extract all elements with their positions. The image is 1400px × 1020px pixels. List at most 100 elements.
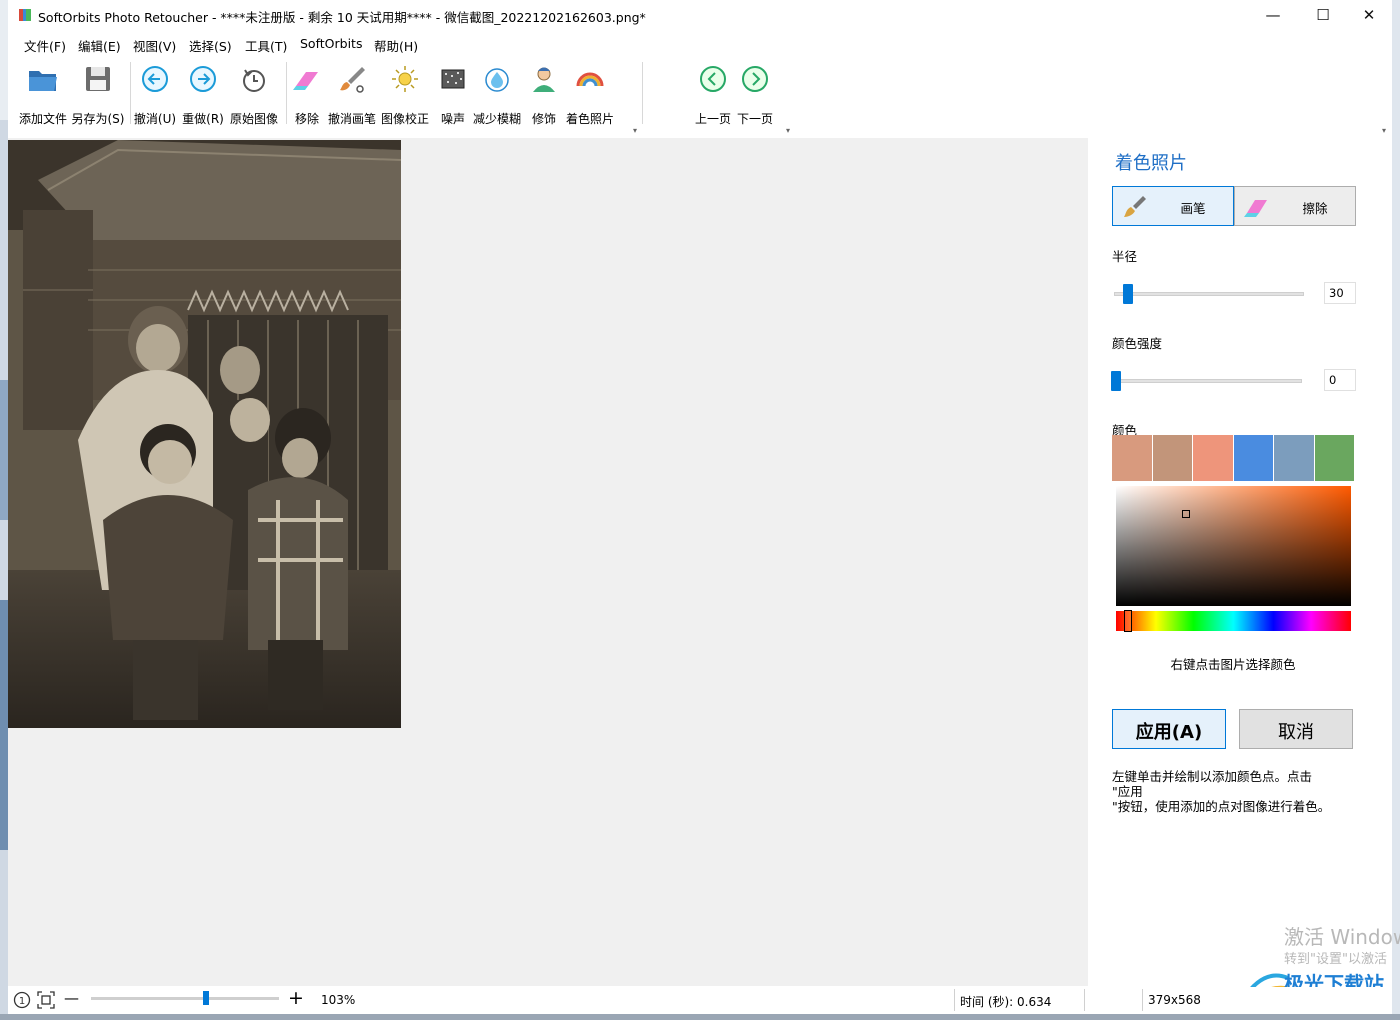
color-swatch[interactable] bbox=[1314, 435, 1354, 481]
radius-slider-thumb[interactable] bbox=[1123, 284, 1133, 304]
color-swatch[interactable] bbox=[1112, 435, 1152, 481]
svg-text:1: 1 bbox=[19, 996, 25, 1007]
instructions-text: 左键单击并绘制以添加颜色点。点击 "应用 "按钮，使用添加的点对图像进行着色。 bbox=[1112, 769, 1331, 814]
arrow-left-circle-icon bbox=[700, 66, 726, 92]
zoom-in-button[interactable]: + bbox=[288, 987, 304, 1009]
image-correct-button[interactable]: 图像校正 bbox=[379, 60, 431, 130]
add-file-label: 添加文件 bbox=[18, 112, 67, 126]
close-button[interactable]: ✕ bbox=[1346, 0, 1392, 30]
image-dimensions: 379x568 bbox=[1148, 993, 1201, 1007]
zoom-slider-thumb[interactable] bbox=[203, 991, 209, 1005]
photo-image[interactable] bbox=[8, 140, 401, 728]
toolbar-separator bbox=[130, 62, 131, 124]
radius-value-input[interactable]: 30 bbox=[1324, 282, 1356, 304]
zoom-out-button[interactable]: — bbox=[64, 989, 79, 1007]
original-image-button[interactable]: 原始图像 bbox=[227, 60, 281, 130]
saturation-value-picker[interactable] bbox=[1116, 486, 1351, 606]
toolbar: 添加文件 另存为(S) 撤消(U) 重做(R) 原始图像 移除 撤消画笔 图像校… bbox=[8, 56, 1392, 136]
deblur-label: 减少模糊 bbox=[472, 112, 521, 126]
menu-help[interactable]: 帮助(H) bbox=[374, 36, 418, 55]
actual-size-icon[interactable]: 1 bbox=[12, 990, 32, 1010]
image-canvas[interactable] bbox=[8, 138, 1088, 986]
folder-open-icon bbox=[29, 71, 57, 91]
undo-brush-label: 撤消画笔 bbox=[327, 112, 376, 126]
intensity-value-input[interactable]: 0 bbox=[1324, 369, 1356, 391]
eraser-icon bbox=[293, 72, 318, 90]
toolbar-overflow-icon[interactable]: ▾ bbox=[786, 126, 790, 135]
remove-button[interactable]: 移除 bbox=[288, 60, 326, 130]
colorize-panel: 着色照片 画笔 擦除 半径 30 颜色强度 0 颜色 右键点击图片选择颜色 应用… bbox=[1089, 138, 1392, 986]
erase-label: 擦除 bbox=[1302, 201, 1328, 216]
minimize-button[interactable]: — bbox=[1250, 0, 1296, 30]
arrow-left-circle-icon bbox=[142, 66, 168, 92]
next-page-button[interactable]: 下一页 bbox=[734, 60, 776, 130]
pick-color-hint: 右键点击图片选择颜色 bbox=[1170, 657, 1296, 672]
cancel-button[interactable]: 取消 bbox=[1239, 709, 1353, 749]
activate-windows-subtitle: 转到"设置"以激活 bbox=[1284, 952, 1387, 967]
desktop-left-edge bbox=[0, 0, 8, 1020]
redo-button[interactable]: 重做(R) bbox=[180, 60, 226, 130]
color-picker-marker[interactable] bbox=[1182, 510, 1190, 518]
intensity-slider-thumb[interactable] bbox=[1111, 371, 1121, 391]
undo-brush-button[interactable]: 撤消画笔 bbox=[326, 60, 378, 130]
rainbow-icon bbox=[576, 72, 604, 87]
retouch-label: 修饰 bbox=[531, 112, 556, 126]
color-swatch[interactable] bbox=[1233, 435, 1273, 481]
toolbar-overflow-icon[interactable]: ▾ bbox=[1382, 126, 1386, 135]
activate-windows-title: 激活 Windows bbox=[1284, 925, 1400, 949]
menu-tools[interactable]: 工具(T) bbox=[245, 36, 287, 55]
colorize-button[interactable]: 着色照片 bbox=[563, 60, 617, 130]
image-correct-label: 图像校正 bbox=[380, 112, 429, 126]
prev-page-button[interactable]: 上一页 bbox=[692, 60, 734, 130]
menu-view[interactable]: 视图(V) bbox=[133, 36, 176, 55]
apply-button[interactable]: 应用(A) bbox=[1112, 709, 1226, 749]
colorize-label: 着色照片 bbox=[565, 112, 614, 126]
noise-button[interactable]: 噪声 bbox=[433, 60, 473, 130]
desktop-right-edge bbox=[1392, 0, 1400, 1020]
floppy-disk-icon bbox=[86, 67, 110, 91]
deblur-button[interactable]: 减少模糊 bbox=[471, 60, 523, 130]
person-icon bbox=[533, 67, 555, 92]
brush-icon bbox=[1124, 196, 1146, 217]
hue-slider-thumb[interactable] bbox=[1124, 610, 1132, 632]
retouch-button[interactable]: 修饰 bbox=[524, 60, 564, 130]
maximize-button[interactable]: ☐ bbox=[1300, 0, 1346, 30]
color-swatches bbox=[1112, 435, 1355, 481]
original-image-label: 原始图像 bbox=[229, 112, 278, 126]
color-swatch[interactable] bbox=[1274, 435, 1314, 481]
window-title: SoftOrbits Photo Retoucher - ****未注册版 - … bbox=[38, 10, 646, 25]
toolbar-overflow-icon[interactable]: ▾ bbox=[633, 126, 637, 135]
prev-page-label: 上一页 bbox=[694, 112, 731, 126]
app-icon bbox=[19, 9, 31, 21]
status-separator bbox=[1142, 989, 1143, 1011]
menu-select[interactable]: 选择(S) bbox=[189, 36, 232, 55]
history-icon bbox=[243, 69, 265, 92]
noise-icon bbox=[441, 69, 465, 89]
status-separator bbox=[1084, 989, 1085, 1011]
radius-slider-track[interactable] bbox=[1114, 292, 1304, 296]
undo-button[interactable]: 撤消(U) bbox=[132, 60, 178, 130]
next-page-label: 下一页 bbox=[736, 112, 773, 126]
undo-label: 撤消(U) bbox=[133, 112, 177, 126]
menu-bar: 文件(F) 编辑(E) 视图(V) 选择(S) 工具(T) SoftOrbits… bbox=[8, 31, 1392, 55]
title-bar: SoftOrbits Photo Retoucher - ****未注册版 - … bbox=[8, 0, 1392, 30]
color-swatch[interactable] bbox=[1152, 435, 1192, 481]
erase-mode-button[interactable]: 擦除 bbox=[1234, 186, 1356, 226]
save-as-button[interactable]: 另存为(S) bbox=[70, 60, 126, 130]
color-swatch[interactable] bbox=[1193, 435, 1233, 481]
arrow-right-circle-icon bbox=[742, 66, 768, 92]
status-separator bbox=[954, 989, 955, 1011]
taskbar-edge bbox=[0, 1014, 1400, 1020]
fit-to-window-icon[interactable] bbox=[36, 990, 56, 1010]
menu-edit[interactable]: 编辑(E) bbox=[78, 36, 121, 55]
hue-slider[interactable] bbox=[1116, 610, 1351, 632]
menu-softorbits[interactable]: SoftOrbits bbox=[300, 36, 362, 51]
processing-time: 时间 (秒): 0.634 bbox=[960, 995, 1052, 1009]
arrow-right-circle-icon bbox=[190, 66, 216, 92]
zoom-slider-track[interactable] bbox=[91, 997, 279, 1000]
intensity-slider-track[interactable] bbox=[1114, 379, 1302, 383]
add-file-button[interactable]: 添加文件 bbox=[14, 60, 72, 130]
menu-file[interactable]: 文件(F) bbox=[24, 36, 66, 55]
brush-mode-button[interactable]: 画笔 bbox=[1112, 186, 1234, 226]
status-bar: 1 — + 103% 时间 (秒): 0.634 379x568 bbox=[8, 987, 1392, 1014]
